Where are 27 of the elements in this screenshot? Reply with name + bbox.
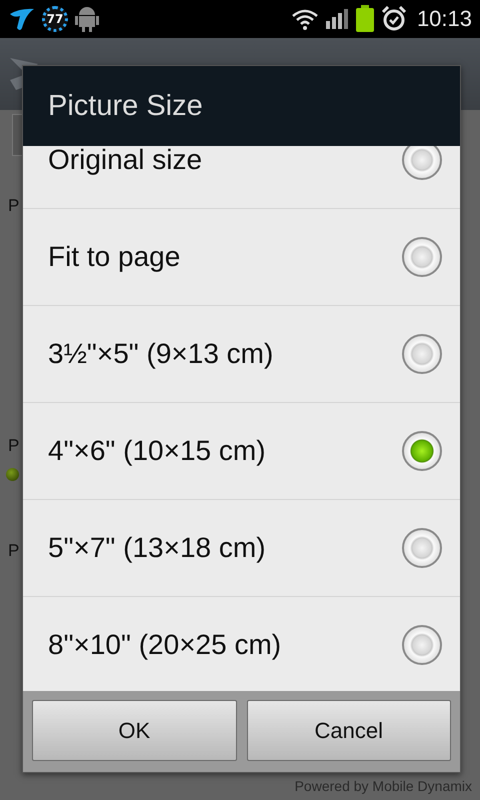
signal-icon xyxy=(324,8,349,30)
app-logo-icon xyxy=(8,6,36,32)
battery-icon xyxy=(354,5,375,33)
radio-button[interactable] xyxy=(402,528,442,568)
ok-button[interactable]: OK xyxy=(32,700,236,761)
radio-button[interactable] xyxy=(402,431,442,471)
option-label[interactable]: 8"×10" (20×25 cm) xyxy=(48,629,282,661)
option-label[interactable]: Original size xyxy=(48,146,202,176)
clock-time: 10:13 xyxy=(416,6,472,32)
radio-button[interactable] xyxy=(402,237,442,277)
option-label[interactable]: Fit to page xyxy=(48,241,180,273)
dialog-title: Picture Size xyxy=(48,90,203,122)
background-label: P xyxy=(8,196,20,216)
cancel-button[interactable]: Cancel xyxy=(246,700,451,761)
alarm-clock-icon xyxy=(380,6,407,32)
background-label: P xyxy=(8,436,20,456)
radio-button[interactable] xyxy=(402,146,442,180)
background-label: P xyxy=(8,541,20,561)
android-icon xyxy=(74,4,100,34)
option-label[interactable]: 3½"×5" (9×13 cm) xyxy=(48,338,274,370)
notification-badge: 77 xyxy=(42,6,68,32)
radio-button[interactable] xyxy=(402,625,442,665)
footer-credit: Powered by Mobile Dynamix xyxy=(294,778,472,794)
wifi-icon xyxy=(290,8,319,30)
option-label[interactable]: 5"×7" (13×18 cm) xyxy=(48,532,266,564)
option-label[interactable]: 4"×6" (10×15 cm) xyxy=(48,435,266,467)
radio-button[interactable] xyxy=(402,334,442,374)
